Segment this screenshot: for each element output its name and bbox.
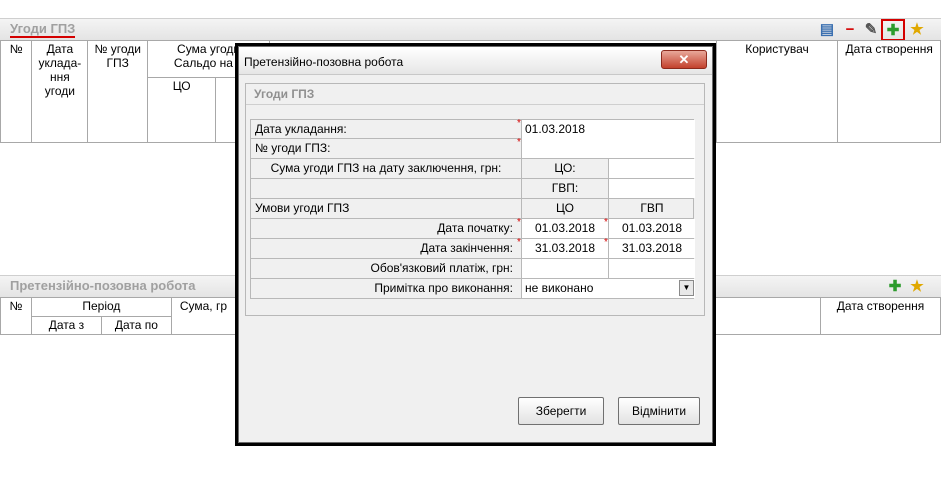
row-conclusion-date: Дата укладання: * 01.03.2018 <box>250 118 695 139</box>
col-num[interactable]: № <box>0 40 33 143</box>
terms-co-header: ЦО <box>521 199 608 218</box>
col-date-from[interactable]: Дата з <box>30 316 102 335</box>
end-date-gvp-input[interactable]: 31.03.2018 <box>608 239 695 258</box>
payment-co-input[interactable] <box>521 259 608 278</box>
sum-co-input[interactable] <box>608 159 695 178</box>
conclusion-date-label: Дата укладання: <box>255 122 347 136</box>
row-payment: Обов'язковий платіж, грн: <box>250 259 695 279</box>
end-date-co-input[interactable]: 31.03.2018 <box>521 239 608 258</box>
agreement-no-input[interactable] <box>521 139 695 158</box>
close-icon: ✕ <box>678 51 690 67</box>
col-period[interactable]: Період <box>30 297 172 317</box>
row-note: Примітка про виконання: не виконано ▼ <box>250 279 695 299</box>
minus-icon[interactable]: − <box>840 20 860 39</box>
row-start-date: Дата початку: * 01.03.2018 * 01.03.2018 <box>250 217 695 239</box>
chevron-down-icon[interactable]: ▼ <box>679 280 694 296</box>
claims-modal: Претензійно-позовна робота ✕ Угоди ГПЗ Д… <box>238 46 713 443</box>
agreements-panel-title[interactable]: Угоди ГПЗ <box>10 21 76 38</box>
start-date-label: Дата початку: <box>437 221 513 235</box>
note-select-value: не виконано <box>525 281 594 295</box>
agreement-form: Дата укладання: * 01.03.2018 № угоди ГПЗ… <box>250 118 695 299</box>
star-icon[interactable]: ★ <box>907 277 927 296</box>
conclusion-date-input[interactable]: 01.03.2018 <box>521 120 695 139</box>
col-num[interactable]: № <box>0 297 32 335</box>
sum-gvp-input[interactable] <box>608 179 695 198</box>
row-agreement-no: № угоди ГПЗ: * <box>250 137 695 159</box>
row-sum-co: Сума угоди ГПЗ на дату заключення, грн: … <box>250 159 695 179</box>
note-select[interactable]: не виконано ▼ <box>521 279 695 298</box>
plus-icon[interactable]: ✚ <box>881 19 905 41</box>
modal-titlebar[interactable]: Претензійно-позовна робота ✕ <box>239 47 712 75</box>
col-date-to[interactable]: Дата по <box>100 316 172 335</box>
co-label: ЦО: <box>521 159 608 178</box>
gvp-label: ГВП: <box>521 179 608 198</box>
sum-label: Сума угоди ГПЗ на дату заключення, грн: <box>270 161 502 175</box>
star-icon[interactable]: ★ <box>907 20 927 39</box>
col-co[interactable]: ЦО <box>147 77 217 143</box>
agreement-no-label: № угоди ГПЗ: <box>255 141 331 155</box>
cancel-button[interactable]: Відмінити <box>618 397 700 425</box>
agreements-panel-header: Угоди ГПЗ ▤ − ✎ ✚ ★ <box>0 18 941 41</box>
note-label: Примітка про виконання: <box>374 281 513 295</box>
payment-label: Обов'язковий платіж, грн: <box>370 261 514 275</box>
col-created[interactable]: Дата створення <box>820 297 941 335</box>
terms-label: Умови угоди ГПЗ <box>255 201 350 215</box>
col-date[interactable]: Дата уклада-ння угоди <box>31 40 89 143</box>
modal-title: Претензійно-позовна робота <box>244 55 404 69</box>
plus-icon[interactable]: ✚ <box>885 277 905 296</box>
row-terms: Умови угоди ГПЗ ЦО ГВП <box>250 199 694 219</box>
terms-gvp-header: ГВП <box>608 199 695 218</box>
save-button[interactable]: Зберегти <box>518 397 604 425</box>
end-date-label: Дата закінчення: <box>420 241 513 255</box>
col-agreement-no[interactable]: № угоди ГПЗ <box>87 40 149 143</box>
close-button[interactable]: ✕ <box>661 50 707 69</box>
start-date-co-input[interactable]: 01.03.2018 <box>521 219 608 238</box>
col-created[interactable]: Дата створення <box>837 40 941 143</box>
row-sum-gvp: ГВП: <box>250 179 695 199</box>
payment-gvp-input[interactable] <box>608 259 695 278</box>
edit-icon[interactable]: ✎ <box>861 20 881 39</box>
document-icon[interactable]: ▤ <box>817 20 837 39</box>
col-user[interactable]: Користувач <box>715 40 839 143</box>
start-date-gvp-input[interactable]: 01.03.2018 <box>608 219 695 238</box>
claims-panel-title[interactable]: Претензійно-позовна робота <box>10 278 196 293</box>
group-title: Угоди ГПЗ <box>246 84 704 105</box>
row-end-date: Дата закінчення: * 31.03.2018 * 31.03.20… <box>250 237 695 259</box>
